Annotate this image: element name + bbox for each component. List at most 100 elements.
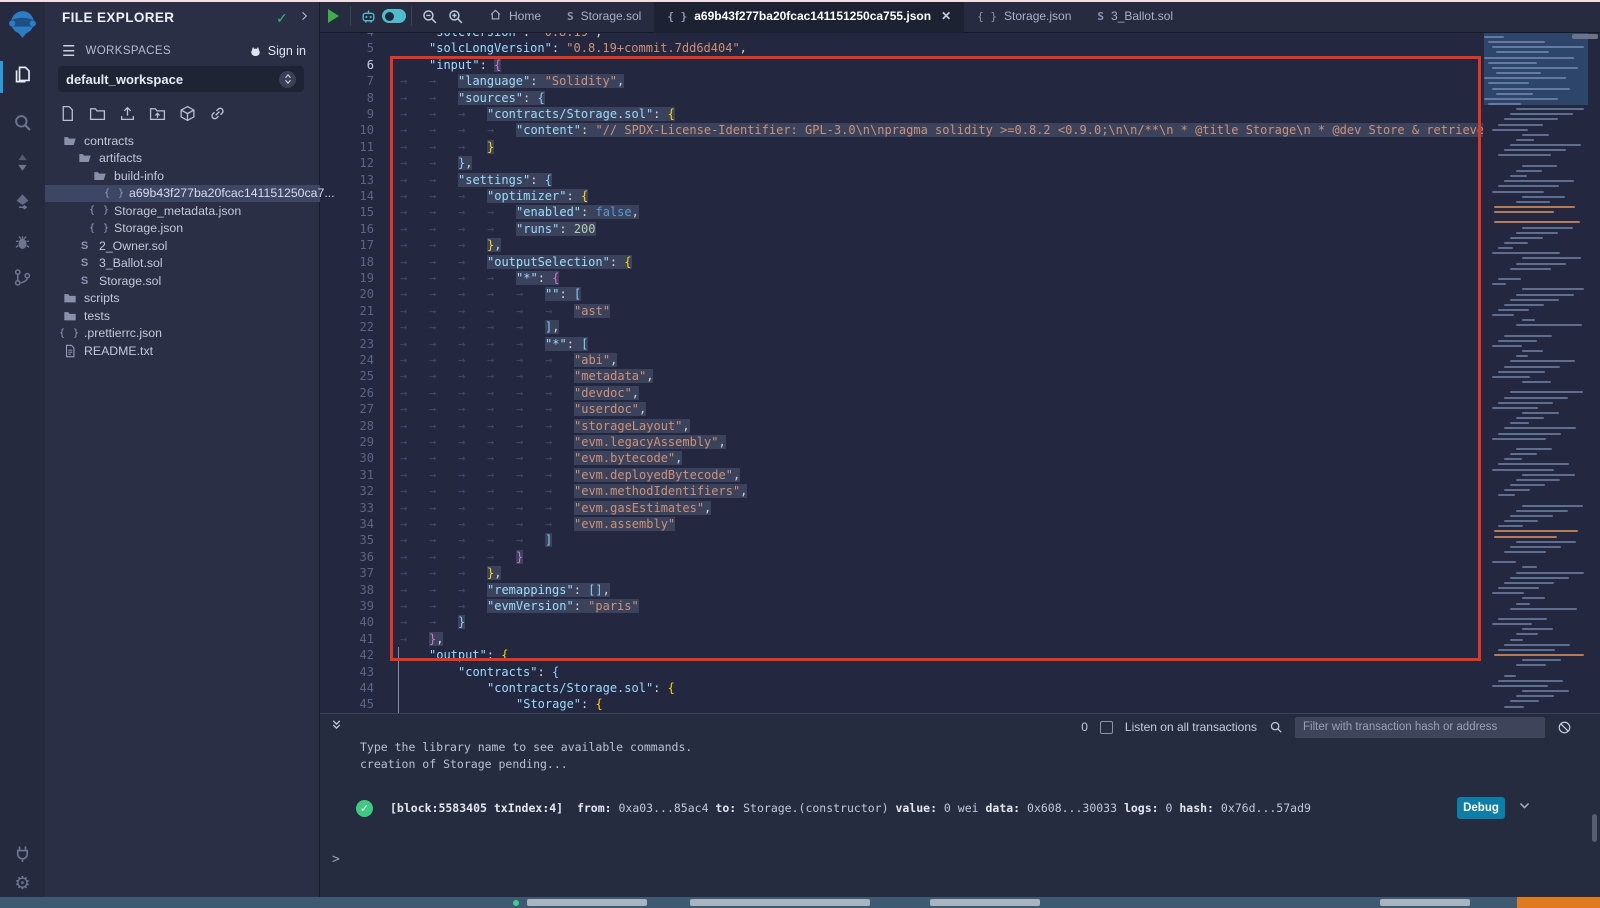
- copilot-toggle[interactable]: [381, 0, 407, 33]
- code-line: "Storage": {: [400, 696, 603, 712]
- tree-item-build-info[interactable]: build-info: [45, 167, 320, 185]
- minimap-line: [1494, 206, 1575, 208]
- tree-item-a69b43f277ba20fcac141151250ca7-[interactable]: { }a69b43f277ba20fcac141151250ca7...: [45, 185, 320, 203]
- toggle-icon: [382, 9, 406, 23]
- run-script-button[interactable]: [320, 0, 346, 33]
- terminal-message: Type the library name to see available c…: [360, 740, 692, 754]
- remix-logo[interactable]: [6, 8, 39, 41]
- sign-in-button[interactable]: Sign in: [248, 44, 306, 58]
- activity-bar-item-plugin-manager[interactable]: [0, 838, 45, 868]
- minimap-line: [1492, 129, 1528, 131]
- upload-folder-icon[interactable]: [149, 105, 166, 127]
- ai-copilot-button[interactable]: [355, 0, 381, 33]
- code-line: →→→→→"*": [: [400, 336, 588, 352]
- workspace-name: default_workspace: [66, 72, 279, 87]
- editor-tab-3-ballot-sol[interactable]: S3_Ballot.sol: [1084, 0, 1186, 33]
- minimap-line: [1488, 62, 1537, 64]
- link-icon[interactable]: [209, 105, 226, 127]
- code-line: →→→→→→"devdoc",: [400, 385, 639, 401]
- minimap-line: [1510, 608, 1577, 610]
- minimap-line: [1498, 124, 1543, 126]
- tree-item-3-ballot-sol[interactable]: S3_Ballot.sol: [45, 255, 320, 273]
- upload-file-icon[interactable]: [119, 105, 136, 127]
- editor-tab-storage-sol[interactable]: SStorage.sol: [554, 0, 654, 33]
- minimap-line: [1498, 371, 1545, 373]
- zoom-in-button[interactable]: [442, 0, 468, 33]
- terminal-panel: 0 Listen on all transactions Type the li…: [320, 713, 1600, 897]
- line-number: 37: [320, 565, 374, 581]
- tree-item-storage-json[interactable]: { }Storage.json: [45, 220, 320, 238]
- transaction-log-row[interactable]: ✓ [block:5583405 txIndex:4] from: 0xa03.…: [356, 792, 1531, 824]
- close-tab-icon[interactable]: ✕: [941, 9, 951, 23]
- chevron-right-icon[interactable]: [298, 9, 310, 27]
- json-file-icon: { }: [92, 205, 107, 216]
- editor-tab-storage-json[interactable]: { }Storage.json: [964, 0, 1084, 33]
- debug-button[interactable]: Debug: [1457, 797, 1505, 819]
- cube-icon[interactable]: [179, 105, 196, 127]
- activity-bar-item-solidity-compiler[interactable]: [0, 150, 45, 180]
- file-explorer-icon: [13, 65, 32, 89]
- tree-item-artifacts[interactable]: artifacts: [45, 150, 320, 168]
- minimap-line: [1510, 546, 1561, 548]
- expand-terminal-button[interactable]: [330, 718, 343, 736]
- activity-bar-item-file-explorer[interactable]: [0, 62, 45, 92]
- workspace-selector[interactable]: default_workspace: [58, 66, 304, 92]
- editor-tab-home[interactable]: Home: [476, 0, 554, 33]
- new-file-icon[interactable]: [59, 105, 76, 127]
- play-icon: [328, 9, 339, 23]
- minimap-line: [1504, 118, 1558, 120]
- tree-item-readme-txt[interactable]: README.txt: [45, 342, 320, 360]
- workspaces-label: WORKSPACES: [85, 45, 247, 57]
- code-line: →→→→→→"storageLayout",: [400, 418, 690, 434]
- status-alert-segment[interactable]: [1517, 897, 1600, 908]
- line-number: 33: [320, 500, 374, 516]
- ban-icon[interactable]: [1557, 720, 1572, 735]
- terminal-message: creation of Storage pending...: [360, 757, 568, 771]
- minimap-line: [1504, 397, 1568, 399]
- tree-item-storage-metadata-json[interactable]: { }Storage_metadata.json: [45, 202, 320, 220]
- workspace-menu-icon[interactable]: ☰: [62, 42, 75, 60]
- expand-transaction-icon[interactable]: [1518, 799, 1531, 817]
- tree-item--prettierrc-json[interactable]: { }.prettierrc.json: [45, 325, 320, 343]
- minimap-line: [1494, 654, 1584, 656]
- folder-open-icon: [62, 134, 77, 148]
- search-icon[interactable]: [1269, 720, 1283, 734]
- terminal-prompt[interactable]: >: [332, 852, 340, 867]
- minimap-line: [1488, 103, 1521, 105]
- code-line: →→→→→→"evm.assembly": [400, 516, 675, 532]
- workspace-dropdown-icon[interactable]: [279, 71, 296, 88]
- new-folder-icon[interactable]: [89, 105, 106, 127]
- line-number: 38: [320, 582, 374, 598]
- code-line: "input": {: [400, 57, 501, 73]
- activity-bar-item-debugger[interactable]: [0, 230, 45, 260]
- line-number: 28: [320, 418, 374, 434]
- minimap-line: [1516, 294, 1574, 296]
- activity-bar-item-settings[interactable]: ⚙: [0, 868, 45, 898]
- double-chevron-down-icon: [330, 718, 343, 731]
- editor-tab-a69b43f277ba20fcac141151250ca755-json[interactable]: { }a69b43f277ba20fcac141151250ca755.json…: [654, 0, 964, 33]
- minimap-line: [1498, 154, 1551, 156]
- code-line: →→→→→→"evm.bytecode",: [400, 450, 682, 466]
- tree-item-contracts[interactable]: contracts: [45, 132, 320, 150]
- code-editor[interactable]: 4567891011121314151617181920212223242526…: [320, 33, 1600, 713]
- minimap-line: [1492, 67, 1578, 69]
- activity-bar-item-search[interactable]: [0, 110, 45, 140]
- editor-scrollbar-thumb[interactable]: [1572, 34, 1598, 39]
- code-line: →→→→"runs": 200: [400, 221, 596, 237]
- tree-item-storage-sol[interactable]: SStorage.sol: [45, 272, 320, 290]
- minimap-line: [1522, 134, 1549, 136]
- tree-item-tests[interactable]: tests: [45, 307, 320, 325]
- file-explorer-panel: FILE EXPLORER ✓ ☰ WORKSPACES Sign in def…: [45, 0, 320, 908]
- activity-bar-item-deploy-run[interactable]: [0, 190, 45, 220]
- tree-item-2-owner-sol[interactable]: S2_Owner.sol: [45, 237, 320, 255]
- minimap-line: [1504, 644, 1570, 646]
- transaction-filter-input[interactable]: [1295, 717, 1545, 738]
- zoom-out-button[interactable]: [416, 0, 442, 33]
- minimap[interactable]: [1484, 33, 1588, 713]
- github-icon: [248, 45, 263, 58]
- tree-item-scripts[interactable]: scripts: [45, 290, 320, 308]
- terminal-scrollbar-thumb[interactable]: [1592, 814, 1597, 842]
- listen-label: Listen on all transactions: [1125, 720, 1257, 734]
- activity-bar-item-git[interactable]: [0, 265, 45, 295]
- listen-checkbox[interactable]: [1100, 721, 1113, 734]
